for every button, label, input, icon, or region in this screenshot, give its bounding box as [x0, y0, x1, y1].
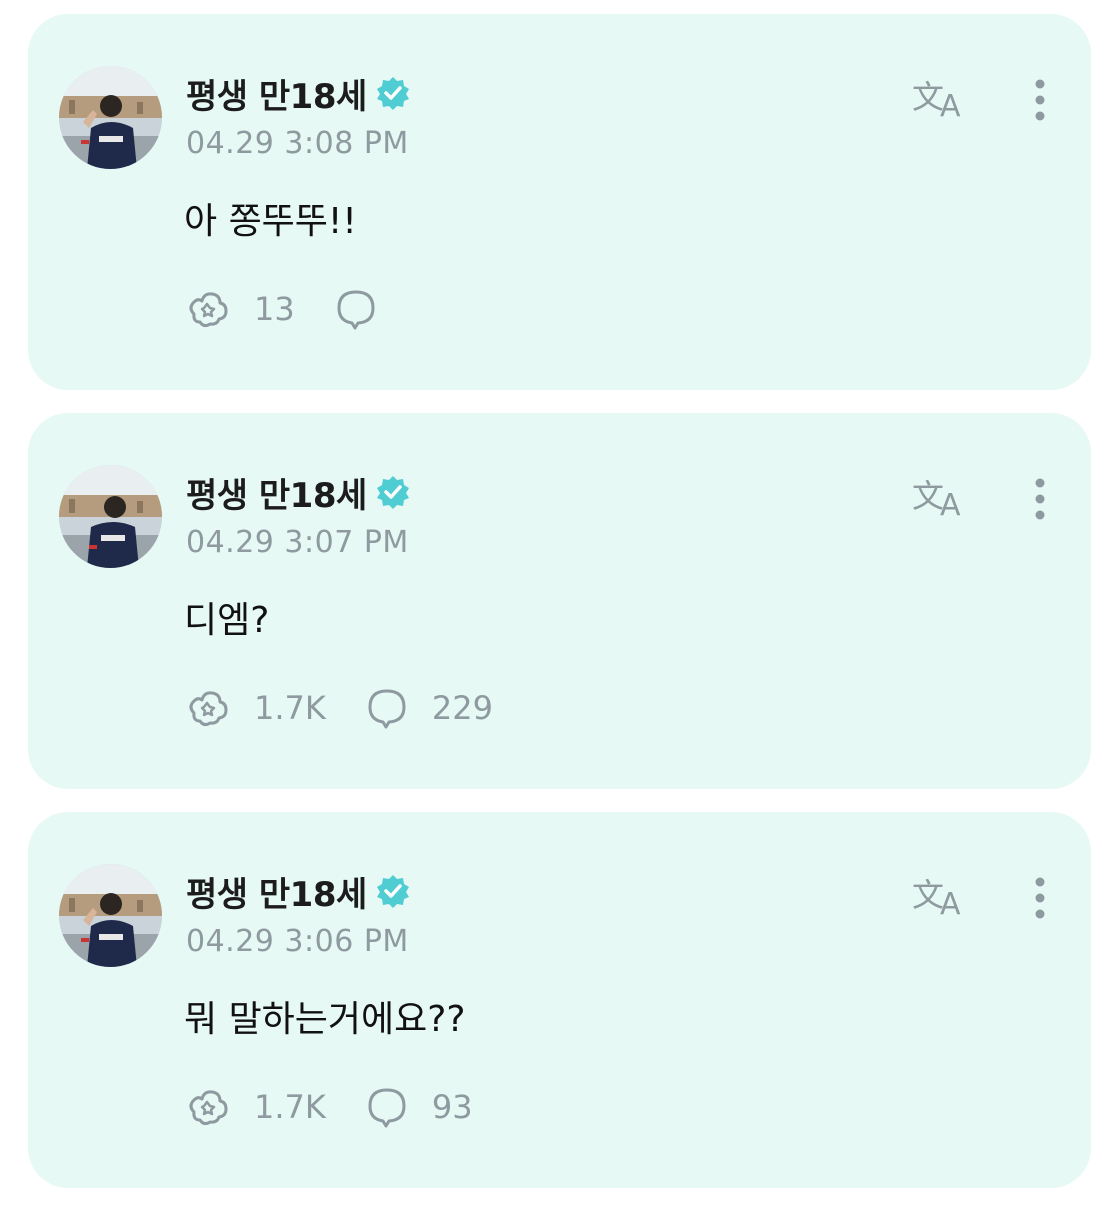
post-text: 뭐 말하는거에요??: [184, 999, 466, 1040]
verified-badge-icon: [375, 474, 411, 510]
post-card[interactable]: 평생 만18세 04.29 3:06 PM 뭐 말하는거에요?? 1.7K 93…: [28, 812, 1091, 1188]
comment-bubble-icon[interactable]: [362, 683, 412, 733]
more-vertical-icon[interactable]: [1025, 475, 1055, 523]
like-count: 13: [254, 290, 295, 328]
author-name[interactable]: 평생 만18세: [186, 867, 367, 916]
post-timestamp: 04.29 3:06 PM: [186, 924, 409, 959]
fan-like-icon[interactable]: [184, 1082, 234, 1132]
post-feed: 평생 만18세 04.29 3:08 PM 아 쫑뚜뚜!! 13 文 A 평생 …: [28, 14, 1091, 1211]
translate-icon[interactable]: 文 A: [912, 872, 974, 920]
post-card[interactable]: 평생 만18세 04.29 3:08 PM 아 쫑뚜뚜!! 13 文 A: [28, 14, 1091, 390]
post-actions: 1.7K 93: [184, 1082, 509, 1132]
post-actions: 1.7K 229: [184, 683, 529, 733]
author-row: 평생 만18세: [186, 866, 411, 916]
avatar[interactable]: [59, 864, 162, 967]
translate-icon[interactable]: 文 A: [912, 74, 974, 122]
avatar[interactable]: [59, 66, 162, 169]
more-vertical-icon[interactable]: [1025, 76, 1055, 124]
author-row: 평생 만18세: [186, 467, 411, 517]
author-name[interactable]: 평생 만18세: [186, 69, 367, 118]
author-name[interactable]: 평생 만18세: [186, 468, 367, 517]
fan-like-icon[interactable]: [184, 683, 234, 733]
verified-badge-icon: [375, 873, 411, 909]
comment-count: 93: [431, 1088, 473, 1126]
post-timestamp: 04.29 3:07 PM: [186, 525, 409, 560]
more-vertical-icon[interactable]: [1025, 874, 1055, 922]
translate-icon[interactable]: 文 A: [912, 473, 974, 521]
post-text: 디엠?: [184, 600, 270, 641]
svg-text:A: A: [940, 488, 961, 521]
author-row: 평생 만18세: [186, 68, 411, 118]
like-count: 1.7K: [254, 689, 326, 727]
like-count: 1.7K: [254, 1088, 326, 1126]
svg-text:A: A: [940, 887, 961, 920]
post-card[interactable]: 평생 만18세 04.29 3:07 PM 디엠? 1.7K 229 文 A: [28, 413, 1091, 789]
fan-like-icon[interactable]: [184, 284, 234, 334]
post-timestamp: 04.29 3:08 PM: [186, 126, 409, 161]
post-actions: 13: [184, 284, 381, 334]
post-text: 아 쫑뚜뚜!!: [184, 201, 357, 242]
svg-text:A: A: [940, 89, 961, 122]
comment-bubble-icon[interactable]: [362, 1082, 412, 1132]
comment-bubble-icon[interactable]: [331, 284, 381, 334]
avatar[interactable]: [59, 465, 162, 568]
comment-count: 229: [431, 689, 493, 727]
verified-badge-icon: [375, 75, 411, 111]
